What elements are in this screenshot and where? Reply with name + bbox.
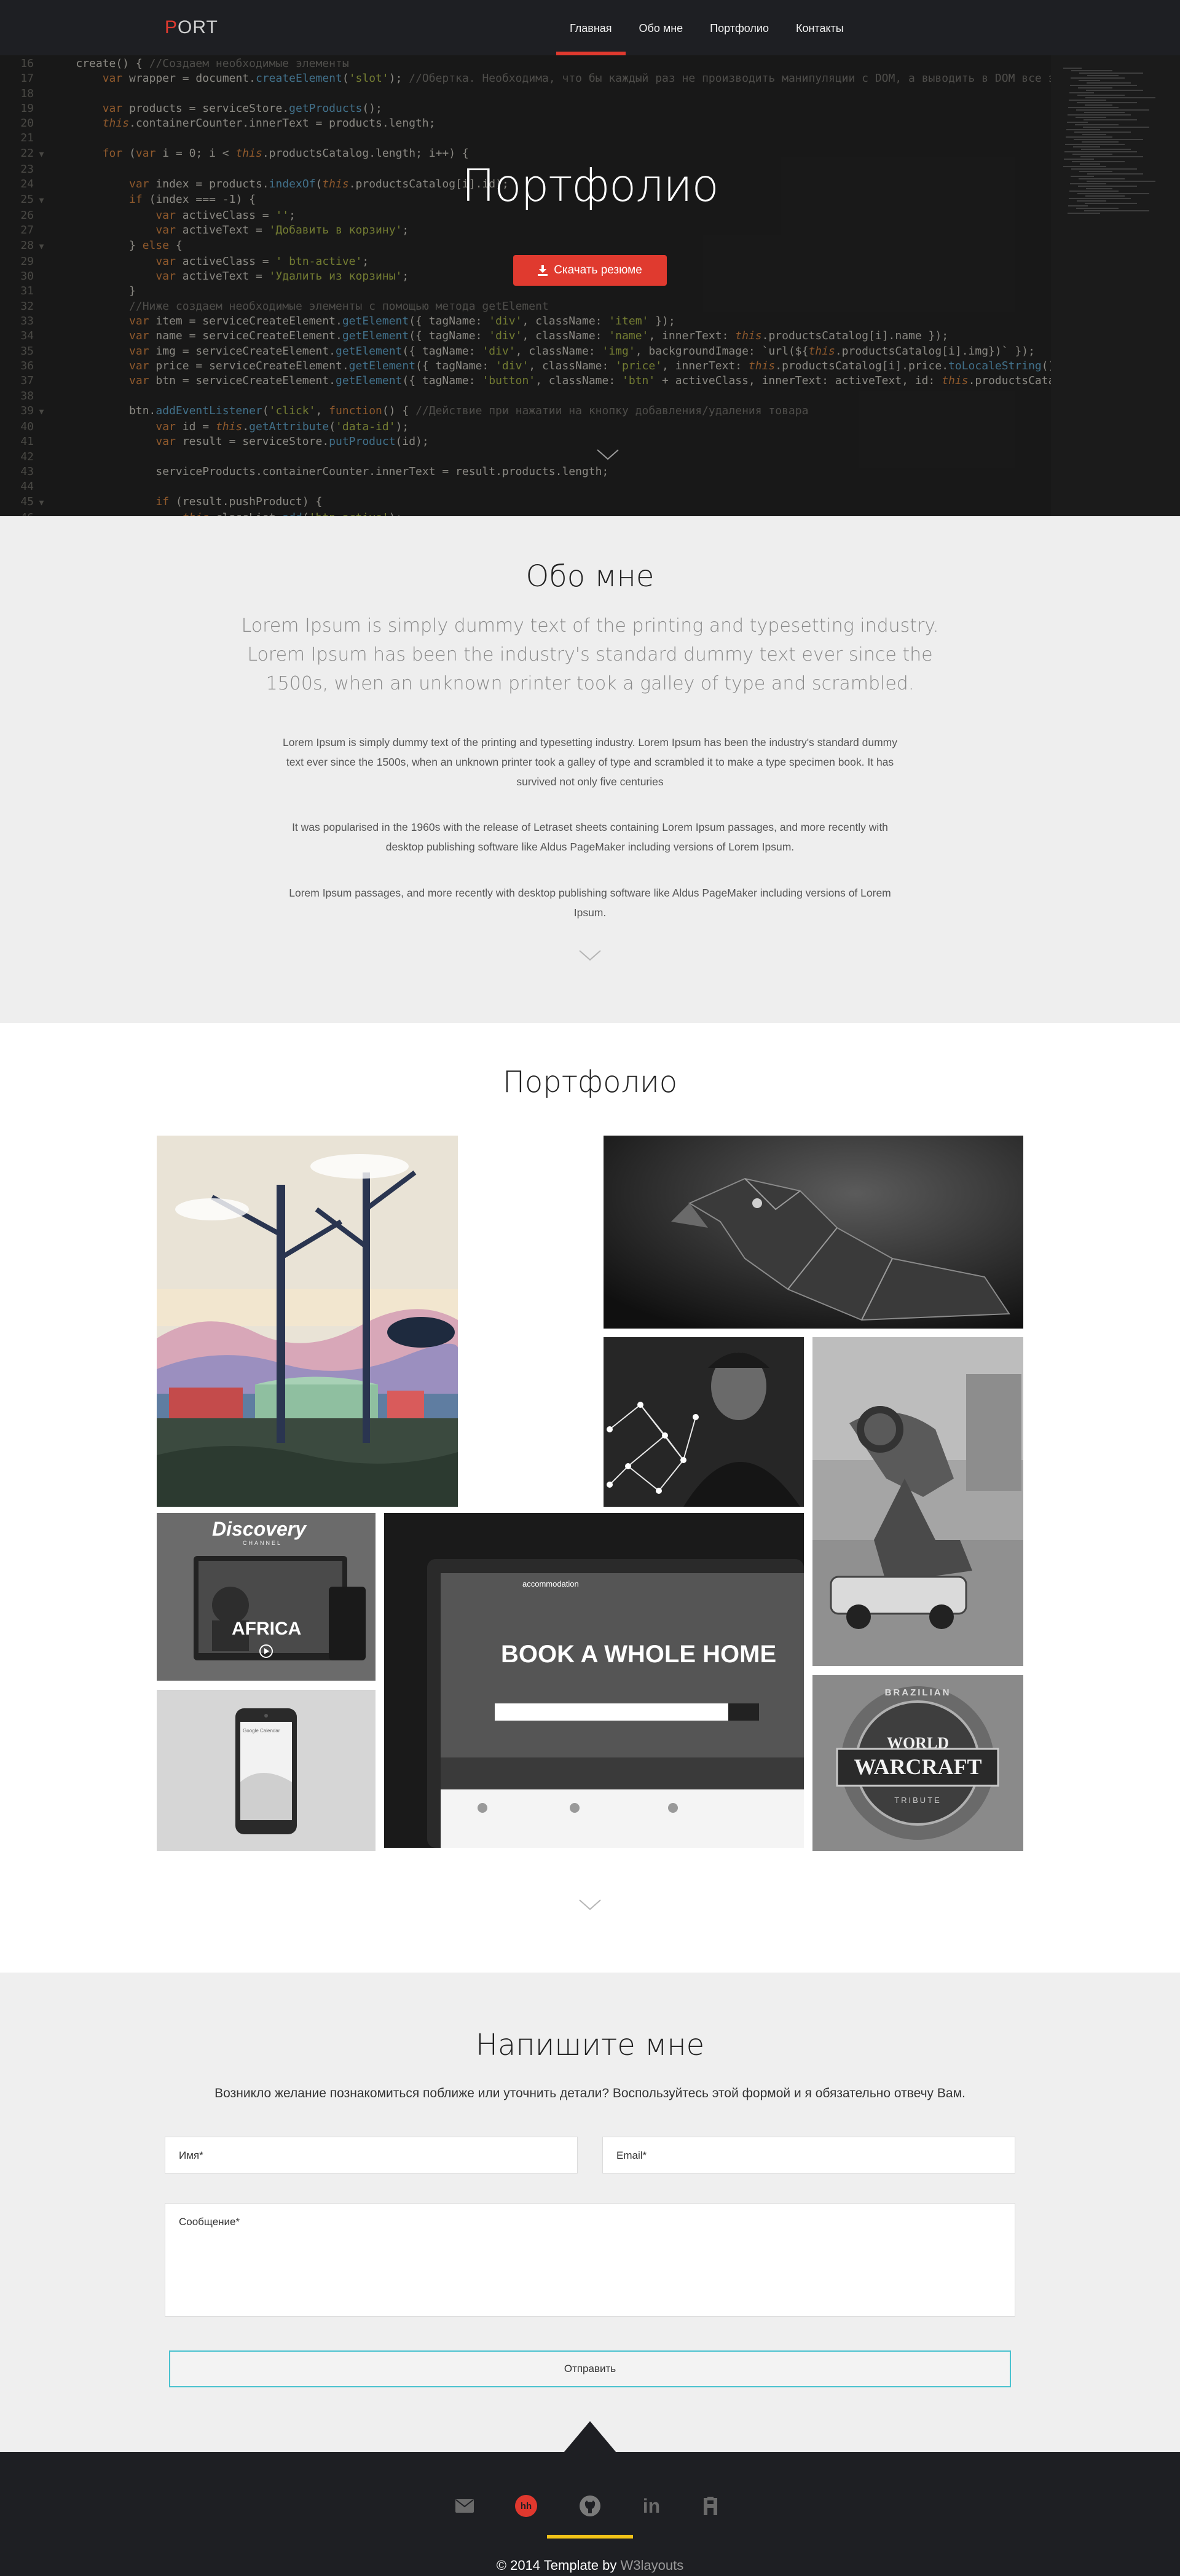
copyright-text: © 2014 Template by: [496, 2558, 621, 2573]
contact-subtitle: Возникло желание познакомиться поближе и…: [214, 2086, 966, 2100]
scroll-down-icon[interactable]: [578, 1899, 602, 1911]
download-resume-label: Скачать резюме: [554, 264, 642, 277]
portfolio-item-phone[interactable]: Google Calendar: [157, 1690, 376, 1851]
about-paragraph-3: Lorem Ipsum passages, and more recently …: [289, 887, 891, 919]
portfolio-title: Портфолио: [502, 1065, 678, 1099]
linkedin-icon[interactable]: in: [639, 2494, 664, 2518]
name-field[interactable]: Имя*: [165, 2137, 578, 2174]
about-section: Обо мне Lorem Ipsum is simply dummy text…: [0, 516, 1180, 1023]
download-icon: [538, 265, 548, 276]
portfolio-item-landscape[interactable]: [157, 1136, 458, 1507]
portfolio-section: Портфолио Discovery CHANNEL AFRICA accom…: [0, 1023, 1180, 1973]
message-field[interactable]: Сообщение*: [165, 2203, 1015, 2317]
book-home-title: BOOK A WHOLE HOME: [501, 1641, 777, 1668]
footer: hh in © 2014 Template by W3layouts: [0, 2452, 1180, 2576]
about-title: Обо мне: [525, 559, 655, 594]
top-navbar: PORT Главная Обо мне Портфолио Контакты: [0, 0, 1180, 55]
portfolio-item-robot-car[interactable]: [812, 1337, 1023, 1666]
social-active-indicator: [547, 2535, 633, 2539]
hh-label: hh: [520, 2500, 532, 2511]
menu-item-contacts[interactable]: Контакты: [782, 0, 857, 55]
github-icon[interactable]: [578, 2494, 602, 2518]
about-paragraph-2: It was popularised in the 1960s with the…: [292, 821, 888, 853]
portfolio-item-network[interactable]: [604, 1337, 804, 1507]
download-resume-button[interactable]: Скачать резюме: [513, 255, 667, 286]
hh-icon[interactable]: hh: [514, 2494, 538, 2518]
warcraft-world-text: WORLD: [886, 1734, 950, 1752]
email-field[interactable]: Email*: [602, 2137, 1015, 2174]
portfolio-item-bird[interactable]: [604, 1136, 1023, 1329]
copyright: © 2014 Template by W3layouts: [0, 2558, 1180, 2574]
author-link[interactable]: W3layouts: [621, 2558, 684, 2573]
africa-title: AFRICA: [232, 1619, 302, 1639]
hero-title: Портфолио: [462, 160, 718, 211]
about-paragraph-1: Lorem Ipsum is simply dummy text of the …: [283, 736, 898, 788]
portfolio-item-discovery[interactable]: Discovery CHANNEL AFRICA: [157, 1513, 376, 1681]
send-button[interactable]: Отправить: [169, 2350, 1011, 2387]
contact-section: Напишите мне Возникло желание познакомит…: [0, 1973, 1180, 2452]
main-menu: Главная Обо мне Портфолио Контакты: [556, 0, 857, 55]
accommodation-brand: accommodation: [522, 1579, 579, 1588]
footer-notch: [564, 2421, 616, 2452]
scroll-down-icon[interactable]: [596, 449, 620, 461]
contact-title: Напишите мне: [475, 2028, 705, 2062]
warcraft-top-text: BRAZILIAN: [884, 1687, 951, 1698]
menu-item-portfolio[interactable]: Портфолио: [696, 0, 782, 55]
scroll-down-icon[interactable]: [578, 949, 602, 962]
hero-section: 16 create() { //Создаем необходимые элем…: [0, 55, 1180, 516]
discovery-logo-text: Discovery: [212, 1518, 306, 1540]
warcraft-bottom-text: TRIBUTE: [894, 1796, 942, 1805]
linkedin-label: in: [642, 2494, 661, 2517]
phone-app-label: Google Calendar: [243, 1728, 280, 1734]
menu-item-about[interactable]: Обо мне: [626, 0, 697, 55]
menu-item-home[interactable]: Главная: [556, 0, 626, 55]
portfolio-item-laptop[interactable]: accommodation BOOK A WHOLE HOME: [384, 1513, 804, 1848]
habr-icon[interactable]: [698, 2494, 723, 2518]
about-lead: Lorem Ipsum is simply dummy text of the …: [241, 615, 939, 694]
discovery-channel-text: CHANNEL: [243, 1540, 283, 1546]
mail-icon[interactable]: [452, 2494, 477, 2518]
warcraft-logo-text: WARCRAFT: [854, 1754, 982, 1779]
portfolio-item-warcraft[interactable]: BRAZILIAN WORLD WARCRAFT TRIBUTE: [812, 1675, 1023, 1851]
logo[interactable]: PORT: [165, 17, 218, 38]
